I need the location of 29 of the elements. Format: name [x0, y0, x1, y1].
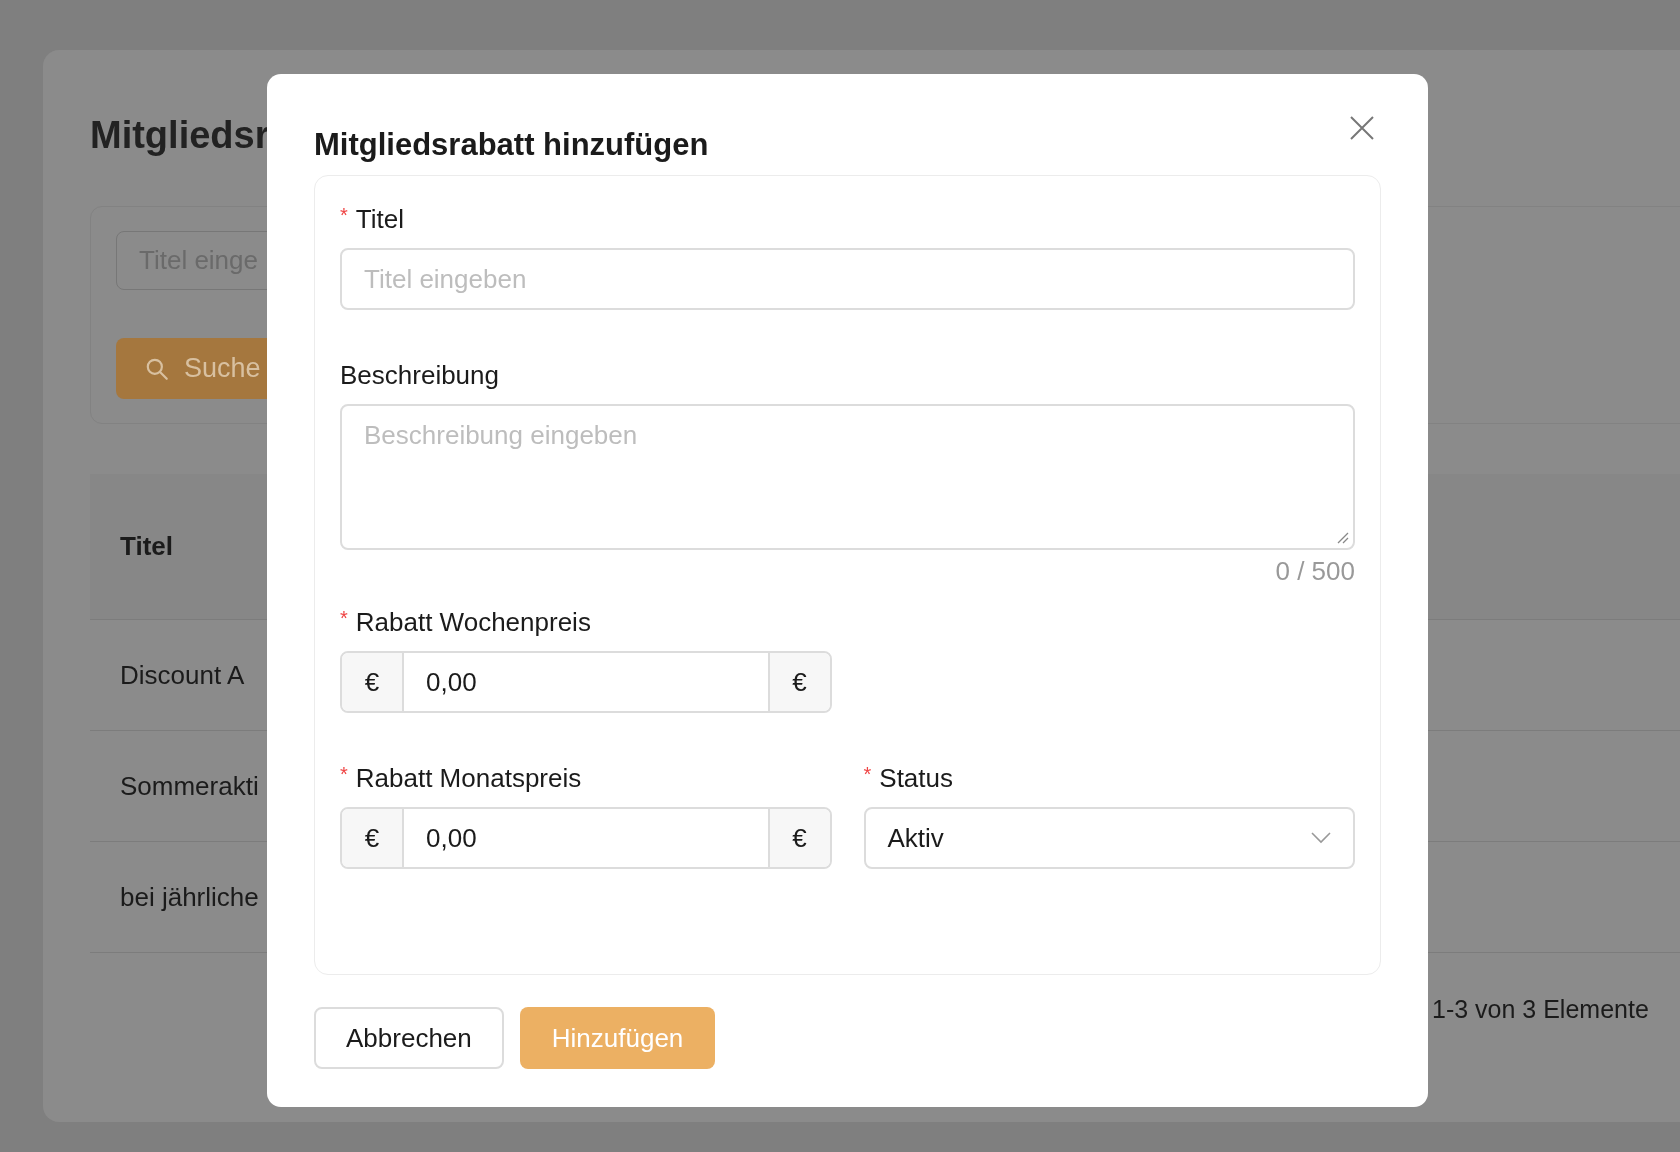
table-cell: Sommerakti	[120, 770, 259, 802]
chevron-down-icon	[1311, 832, 1331, 844]
table-cell: Discount A	[120, 659, 245, 691]
amount-field[interactable]: € 0,00 €	[340, 807, 832, 869]
currency-prefix: €	[342, 653, 404, 711]
field-label: Rabatt Monatspreis	[355, 762, 582, 794]
close-icon[interactable]	[1349, 115, 1375, 141]
field-label: Status	[879, 762, 953, 794]
amount-field[interactable]: € 0,00 €	[340, 651, 832, 713]
character-counter: 0 / 500	[1275, 556, 1355, 586]
currency-prefix: €	[342, 809, 404, 867]
table-cell: bei jährliche	[120, 881, 259, 913]
pagination-summary: 1-3 von 3 Elemente	[1432, 995, 1649, 1023]
field-label: Titel	[355, 203, 404, 235]
textarea-field[interactable]: Beschreibung eingeben	[340, 404, 1355, 550]
page-title: Mitgliedsr	[90, 113, 270, 158]
currency-suffix: €	[767, 809, 830, 867]
required-mark: *	[340, 607, 348, 630]
field-label: Rabatt Wochenpreis	[355, 606, 591, 638]
dialog-title: Mitgliedsrabatt hinzufügen	[314, 126, 709, 163]
resize-handle-icon[interactable]	[1335, 530, 1349, 544]
currency-suffix: €	[767, 653, 830, 711]
column-header: Titel	[120, 531, 173, 562]
required-mark: *	[340, 763, 348, 786]
input-field[interactable]: Titel eingeben	[340, 248, 1355, 310]
required-mark: *	[340, 204, 348, 227]
required-mark: *	[863, 763, 872, 786]
cancel-button[interactable]: Abbrechen	[314, 1007, 504, 1069]
status-select[interactable]: Aktiv	[863, 807, 1355, 869]
